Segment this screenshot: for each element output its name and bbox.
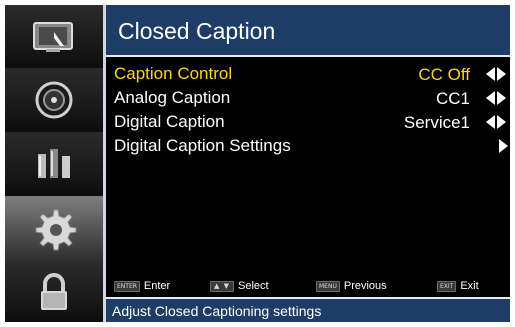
picture-icon [33, 21, 73, 52]
exit-key-icon: EXIT [437, 280, 457, 292]
menu-key-icon: MENU [316, 280, 340, 292]
category-sidebar [5, 5, 103, 322]
menu-item-caption-control[interactable]: Caption Control CC Off [106, 63, 510, 85]
hint-label: Select [238, 280, 269, 292]
title-bar: Closed Caption [106, 5, 510, 57]
menu-item-digital-caption-settings[interactable]: Digital Caption Settings [106, 135, 510, 157]
menu-item-value: Service1 [403, 113, 470, 132]
help-text: Adjust Closed Captioning settings [112, 303, 322, 319]
submenu-arrow-icon[interactable] [498, 138, 508, 154]
hint-label: Enter [143, 280, 171, 292]
hint-exit: EXIT Exit [437, 280, 479, 292]
sidebar-item-lock[interactable] [5, 264, 103, 322]
tv-osd-menu: Closed Caption Caption Control CC Off An… [5, 5, 510, 322]
sidebar-item-channel[interactable] [5, 132, 103, 197]
left-right-arrows-icon[interactable] [486, 114, 506, 130]
hint-label: Exit [460, 280, 479, 292]
audio-icon [35, 81, 73, 119]
menu-item-label: Analog Caption [114, 88, 231, 107]
help-bar: Adjust Closed Captioning settings [106, 297, 510, 322]
menu-item-value: CC1 [435, 89, 470, 108]
hint-select: ▲ ▼ Select [210, 280, 269, 292]
menu-item-label: Digital Caption [114, 112, 225, 131]
channel-icon [38, 149, 70, 178]
key-hint-bar: ENTER Enter ▲ ▼ Select MENU Previous EXI… [106, 278, 510, 296]
left-right-arrows-icon[interactable] [486, 90, 506, 106]
closed-caption-panel: Closed Caption Caption Control CC Off An… [106, 5, 510, 322]
enter-key-icon: ENTER [114, 280, 140, 292]
menu-item-value: CC Off [418, 65, 470, 84]
page-title: Closed Caption [118, 18, 276, 44]
menu-item-digital-caption[interactable]: Digital Caption Service1 [106, 111, 510, 133]
settings-gear-icon [35, 209, 77, 251]
hint-previous: MENU Previous [316, 280, 387, 292]
menu-item-label: Digital Caption Settings [114, 136, 291, 155]
hint-label: Previous [343, 280, 387, 292]
sidebar-item-audio[interactable] [5, 68, 103, 133]
up-down-key-icon: ▲ ▼ [210, 280, 234, 292]
menu-item-analog-caption[interactable]: Analog Caption CC1 [106, 87, 510, 109]
left-right-arrows-icon[interactable] [486, 66, 506, 82]
sidebar-item-setup[interactable] [5, 196, 103, 265]
lock-icon [41, 273, 67, 310]
hint-enter: ENTER Enter [114, 280, 170, 292]
menu-item-label: Caption Control [114, 64, 233, 83]
sidebar-item-picture[interactable] [5, 5, 103, 69]
